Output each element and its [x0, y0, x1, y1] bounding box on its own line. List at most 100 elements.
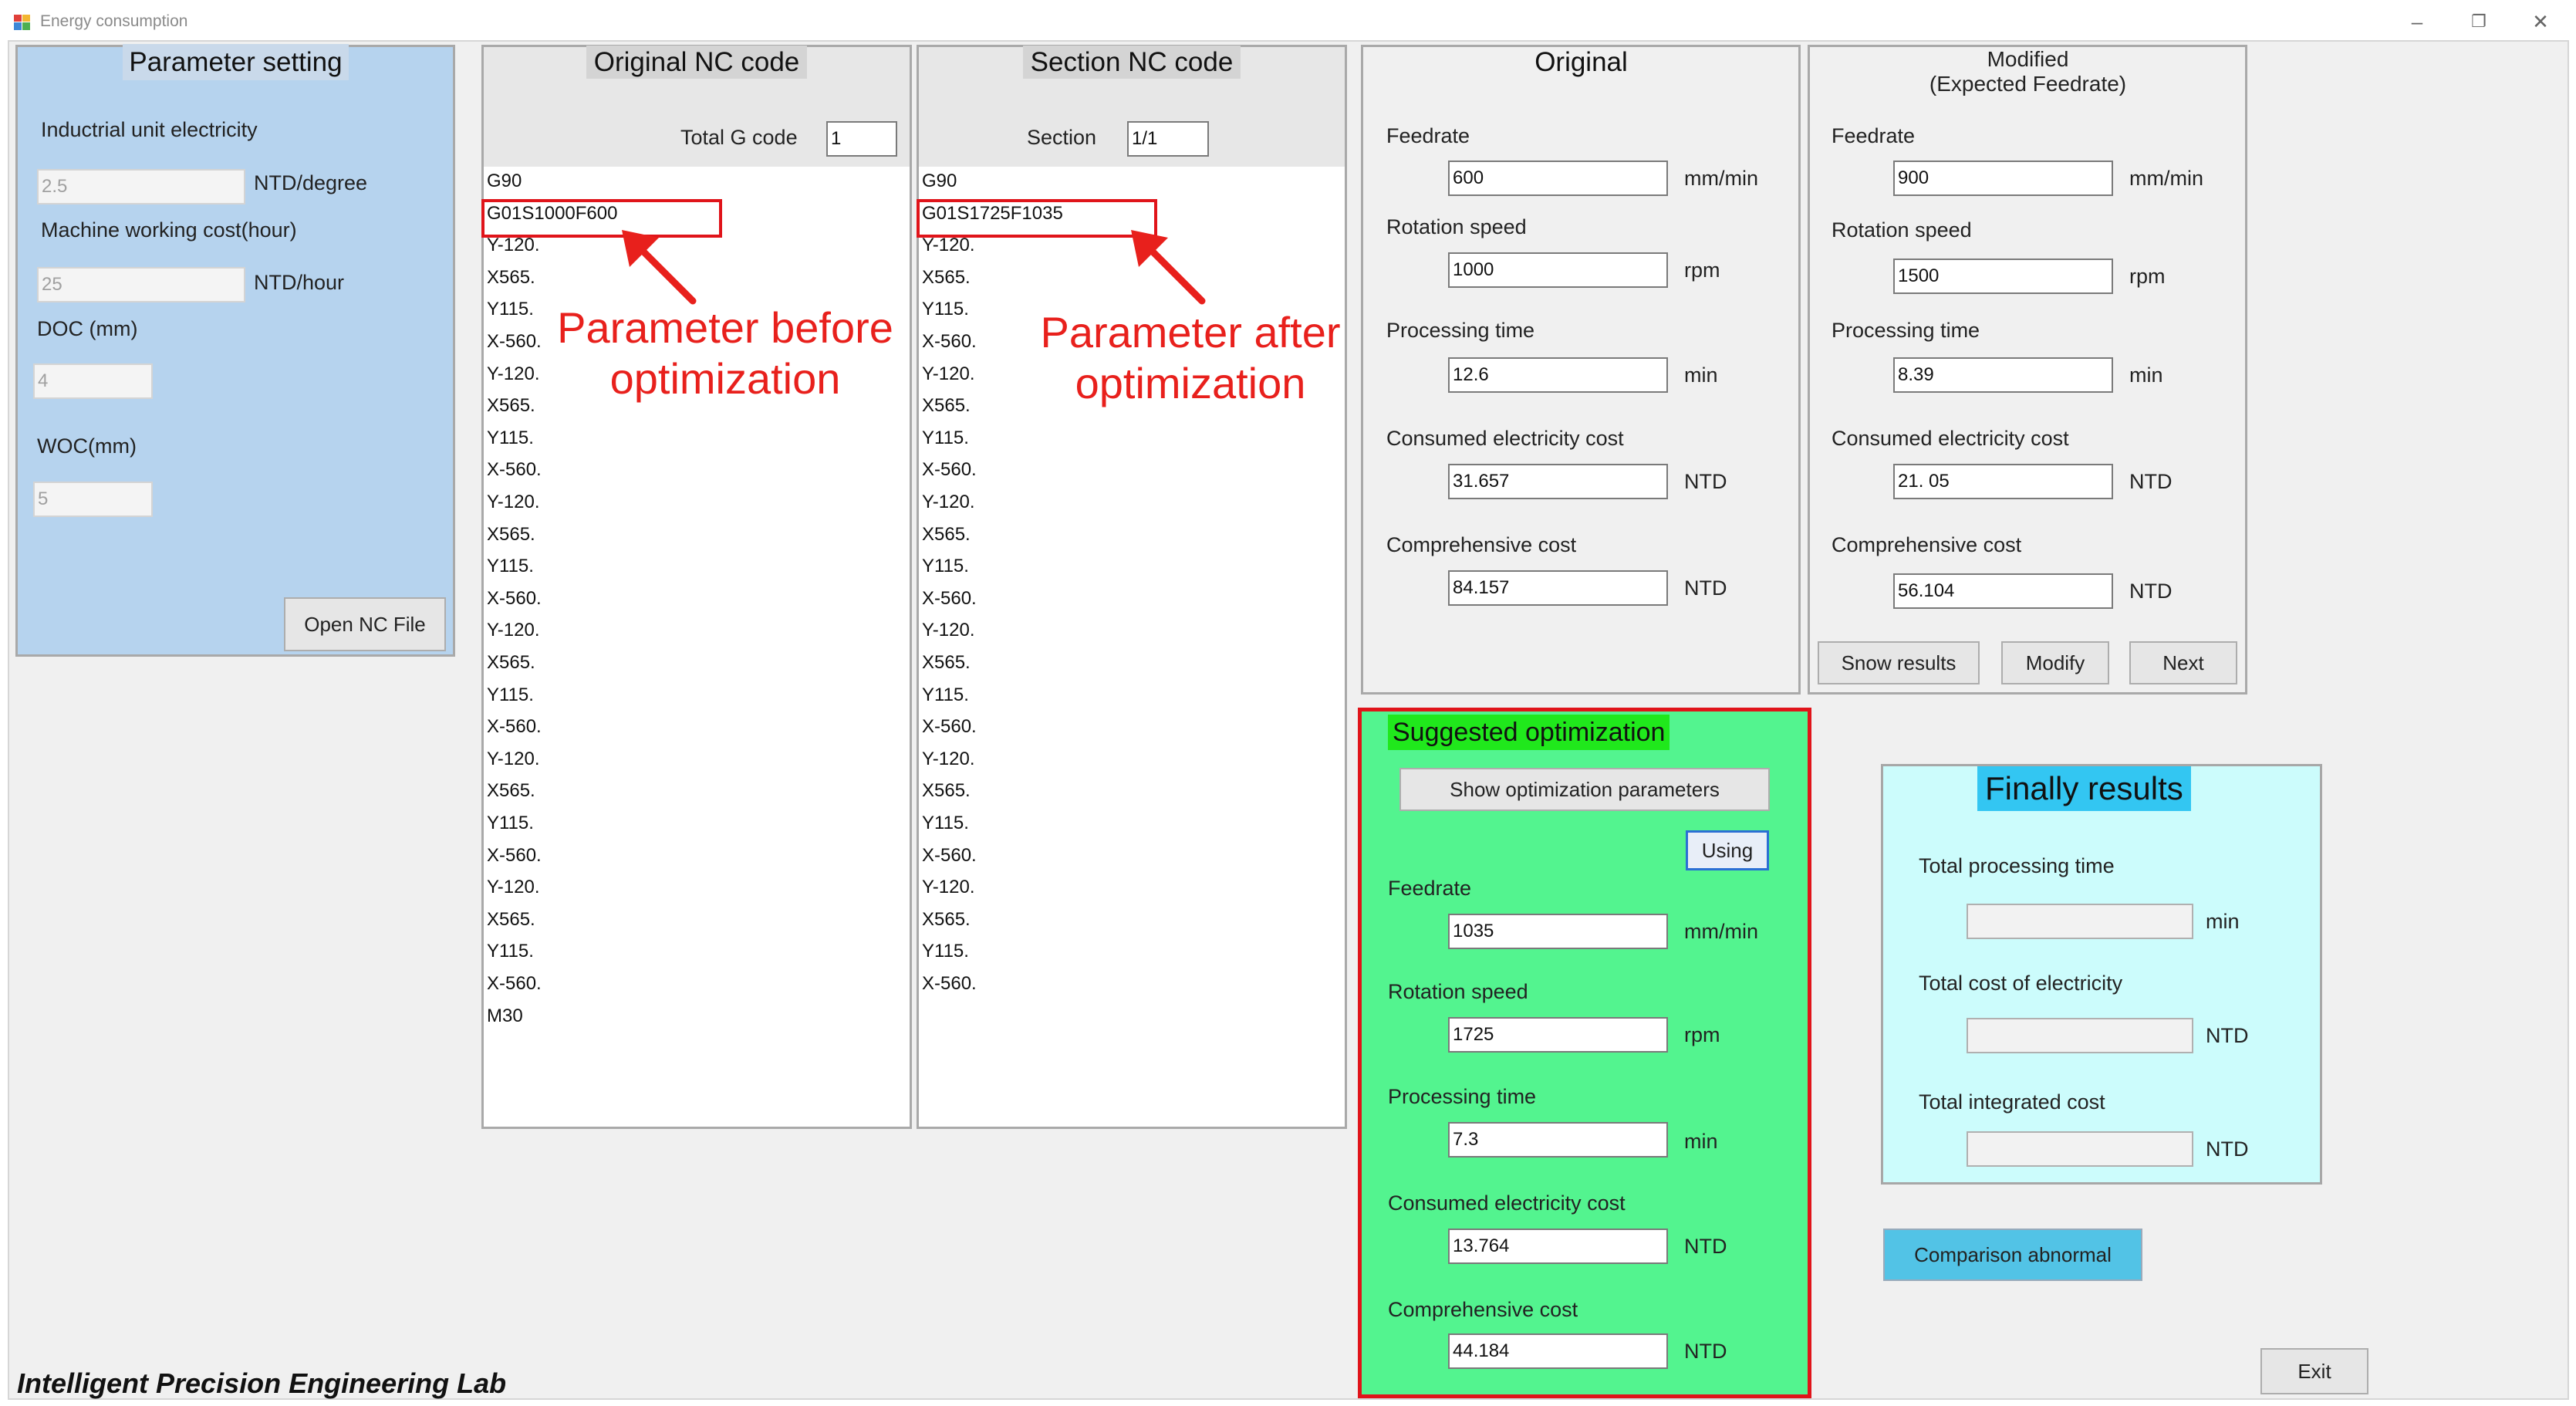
- modified-feedrate-unit: mm/min: [2129, 167, 2203, 190]
- original-feedrate-input[interactable]: 600: [1448, 161, 1668, 196]
- section-nc-code-line: X-560.: [922, 459, 977, 481]
- exit-button[interactable]: Exit: [2260, 1348, 2368, 1394]
- section-nc-code-line: Y-120.: [922, 748, 975, 769]
- section-nc-heading: Section NC code: [919, 46, 1345, 79]
- total-g-code-input[interactable]: 1: [826, 121, 897, 157]
- suggested-rotation-input[interactable]: 1725: [1448, 1017, 1668, 1053]
- restore-icon[interactable]: ❐: [2452, 5, 2506, 39]
- total-processing-time-label: Total processing time: [1919, 854, 2115, 877]
- finally-results-panel: Finally results Total processing time mi…: [1881, 764, 2322, 1185]
- modified-feedrate-input[interactable]: 900: [1893, 161, 2113, 196]
- section-nc-code-line: X565.: [922, 908, 971, 930]
- machine-cost-unit: NTD/hour: [254, 271, 345, 294]
- modified-comprehensive-input[interactable]: 56.104: [1893, 573, 2113, 609]
- original-nc-code-line: Y-120.: [487, 492, 540, 512]
- finally-heading: Finally results: [1977, 766, 2191, 811]
- original-nc-code-line: X565.: [487, 395, 535, 417]
- original-nc-code-line: X565.: [487, 652, 535, 673]
- next-button[interactable]: Next: [2129, 641, 2237, 684]
- modified-feedrate-label: Feedrate: [1832, 124, 1916, 147]
- modify-button[interactable]: Modify: [2001, 641, 2109, 684]
- machine-cost-input[interactable]: 25: [37, 267, 245, 302]
- original-time-label: Processing time: [1386, 319, 1535, 342]
- comparison-abnormal-button[interactable]: Comparison abnormal: [1883, 1229, 2142, 1281]
- section-nc-code-line: X565.: [922, 266, 971, 288]
- original-time-unit: min: [1684, 363, 1718, 387]
- section-nc-code-line: Y-120.: [922, 235, 975, 256]
- original-nc-code-line: Y115.: [487, 427, 534, 448]
- section-nc-code-line: X-560.: [922, 973, 977, 994]
- total-electricity-input[interactable]: [1967, 1018, 2193, 1053]
- show-optimization-parameters-button[interactable]: Show optimization parameters: [1399, 768, 1770, 811]
- original-electricity-input[interactable]: 31.657: [1448, 464, 1668, 499]
- suggested-comprehensive-label: Comprehensive cost: [1388, 1298, 1578, 1321]
- original-nc-code-line: G90: [487, 171, 522, 191]
- section-nc-code-line: X-560.: [922, 587, 977, 609]
- open-nc-file-button[interactable]: Open NC File: [284, 597, 446, 651]
- modified-time-unit: min: [2129, 363, 2163, 387]
- suggested-time-input[interactable]: 7.3: [1448, 1122, 1668, 1158]
- modified-time-input[interactable]: 8.39: [1893, 357, 2113, 393]
- original-nc-code-line: Y115.: [487, 299, 534, 320]
- suggested-time-unit: min: [1684, 1130, 1718, 1153]
- original-heading: Original: [1534, 47, 1628, 77]
- suggested-rotation-unit: rpm: [1684, 1023, 1720, 1046]
- section-nc-code-line: G90: [922, 171, 957, 191]
- original-nc-code-line: Y-120.: [487, 748, 540, 769]
- modified-rotation-input[interactable]: 1500: [1893, 259, 2113, 294]
- original-nc-code-line: X-560.: [487, 459, 542, 481]
- original-nc-code-line: X-560.: [487, 587, 542, 609]
- show-results-button[interactable]: Snow results: [1818, 641, 1980, 684]
- original-feedrate-label: Feedrate: [1386, 124, 1470, 147]
- industrial-electricity-label: Inductrial unit electricity: [41, 118, 258, 141]
- section-nc-code-line: Y-120.: [922, 363, 975, 384]
- section-nc-code-line: X-560.: [922, 716, 977, 738]
- suggested-electricity-input[interactable]: 13.764: [1448, 1229, 1668, 1264]
- original-nc-code-line: X-560.: [487, 844, 542, 866]
- original-nc-code-line: Y-120.: [487, 363, 540, 384]
- suggested-heading: Suggested optimization: [1388, 715, 1670, 750]
- section-nc-panel: Section NC code Section 1/1 G90 G01S1725F…: [917, 45, 1347, 1129]
- suggested-feedrate-input[interactable]: 1035: [1448, 914, 1668, 949]
- section-nc-code-line: Y115.: [922, 941, 969, 962]
- machine-cost-label: Machine working cost(hour): [41, 218, 297, 242]
- modified-results-panel: Modified (Expected Feedrate) Feedrate 90…: [1808, 45, 2247, 695]
- original-rotation-label: Rotation speed: [1386, 215, 1527, 238]
- original-nc-code-line: Y-120.: [487, 877, 540, 898]
- original-nc-code-line: Y115.: [487, 684, 534, 705]
- original-nc-heading: Original NC code: [484, 46, 910, 79]
- woc-label: WOC(mm): [37, 434, 137, 458]
- suggested-rotation-label: Rotation speed: [1388, 980, 1528, 1003]
- original-results-panel: Original Feedrate 600 mm/min Rotation sp…: [1361, 45, 1801, 695]
- original-nc-code-line: X-560.: [487, 716, 542, 738]
- minimize-icon[interactable]: –: [2390, 5, 2444, 39]
- original-nc-code-line: M30: [487, 1005, 523, 1026]
- original-comprehensive-unit: NTD: [1684, 576, 1727, 600]
- close-icon[interactable]: ✕: [2514, 5, 2568, 39]
- original-comprehensive-input[interactable]: 84.157: [1448, 570, 1668, 606]
- total-integrated-input[interactable]: [1967, 1131, 2193, 1167]
- section-nc-code-line: Y115.: [922, 299, 969, 320]
- industrial-electricity-unit: NTD/degree: [254, 171, 368, 194]
- industrial-electricity-input[interactable]: 2.5: [37, 169, 245, 204]
- suggested-electricity-unit: NTD: [1684, 1235, 1727, 1258]
- total-integrated-unit: NTD: [2206, 1137, 2249, 1161]
- total-processing-time-unit: min: [2206, 910, 2240, 933]
- suggested-feedrate-unit: mm/min: [1684, 920, 1758, 943]
- modified-electricity-input[interactable]: 21. 05: [1893, 464, 2113, 499]
- original-nc-code-line: X-560.: [487, 973, 542, 994]
- section-input[interactable]: 1/1: [1127, 121, 1209, 157]
- woc-input[interactable]: 5: [33, 482, 153, 517]
- total-integrated-label: Total integrated cost: [1919, 1090, 2105, 1114]
- section-nc-code-line: Y115.: [922, 556, 969, 577]
- original-rotation-input[interactable]: 1000: [1448, 252, 1668, 288]
- original-nc-code-line: Y-120.: [487, 620, 540, 641]
- using-button[interactable]: Using: [1686, 830, 1769, 870]
- total-electricity-label: Total cost of electricity: [1919, 972, 2123, 995]
- total-processing-time-input[interactable]: [1967, 904, 2193, 939]
- original-time-input[interactable]: 12.6: [1448, 357, 1668, 393]
- parameter-setting-heading: Parameter setting: [18, 44, 454, 80]
- doc-label: DOC (mm): [37, 317, 138, 340]
- doc-input[interactable]: 4: [33, 363, 153, 399]
- suggested-comprehensive-input[interactable]: 44.184: [1448, 1333, 1668, 1369]
